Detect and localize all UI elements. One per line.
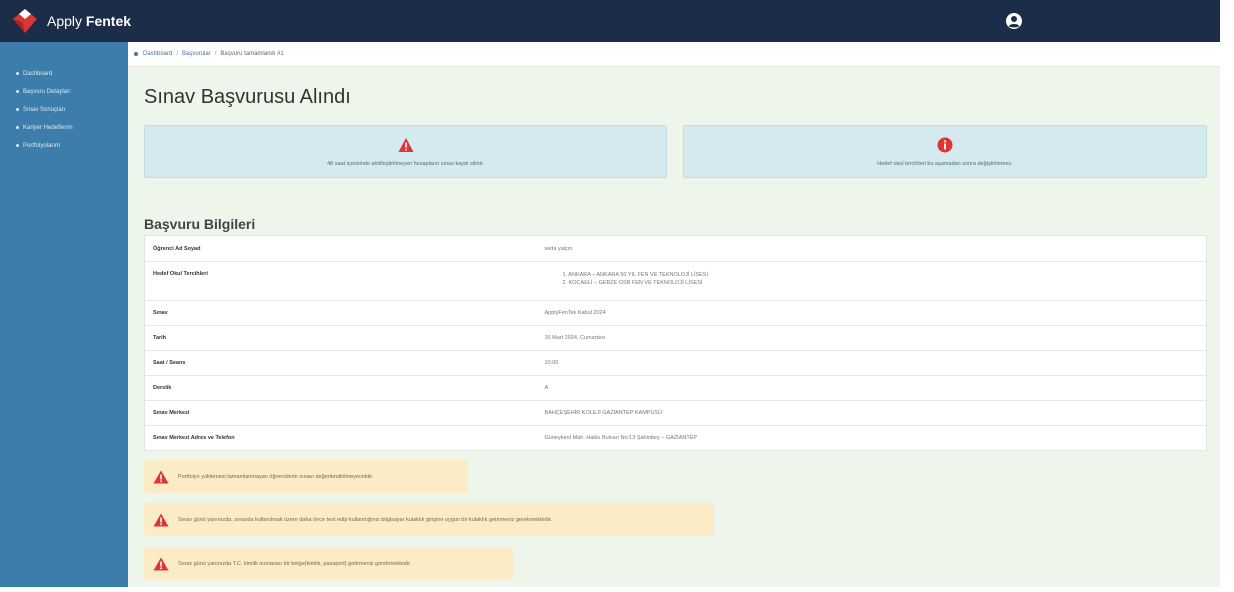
- row-value: Güneykent Mah. Hakkı Bulvarı No:13 Şahin…: [536, 425, 1207, 451]
- bullet-icon: [16, 90, 19, 93]
- table-row: Öğrenci Ad Soyad seda yalçın: [144, 235, 1207, 262]
- sidebar-item-label: Kariyer Hedeflerim: [23, 124, 73, 131]
- brand-logo[interactable]: Apply Fentek: [0, 0, 131, 42]
- row-label: Saat / Seans: [144, 350, 537, 376]
- warning-triangle-icon: [153, 557, 169, 570]
- table-row: Sınav ApplyFenTek Kabul 2024: [144, 300, 1207, 326]
- page-title: Sınav Başvurusu Alındı: [144, 86, 351, 108]
- bullet-icon: [16, 144, 19, 147]
- application-info-table: Öğrenci Ad Soyad seda yalçın Hedef Okul …: [144, 235, 1207, 451]
- table-row: Tarih 16 Mart 2024, Cumartesi: [144, 325, 1207, 351]
- sidebar-item-label: Başvuru Detayları: [23, 88, 71, 95]
- logo-icon: [13, 9, 37, 33]
- warning-triangle-icon: [153, 513, 169, 526]
- row-value: ApplyFenTek Kabul 2024: [536, 300, 1207, 326]
- row-value: A: [536, 375, 1207, 401]
- sidebar-item-career-goals[interactable]: Kariyer Hedeflerim: [0, 120, 128, 135]
- sidebar-item-application-details[interactable]: Başvuru Detayları: [0, 84, 128, 99]
- row-value: BAHÇEŞEHİR KOLEJİ GAZİANTEP KAMPÜSÜ: [536, 400, 1207, 426]
- row-label: Hedef Okul Tercihleri: [144, 261, 537, 301]
- table-row: Sınav Merkezi BAHÇEŞEHİR KOLEJİ GAZİANTE…: [144, 400, 1207, 426]
- breadcrumb-separator: /: [214, 51, 217, 57]
- breadcrumb-separator: /: [176, 51, 179, 57]
- sidebar: Dashboard Başvuru Detayları Sınav Sonuçl…: [0, 42, 128, 587]
- home-icon[interactable]: [133, 51, 139, 57]
- brand-name-bold: Fentek: [85, 13, 132, 29]
- sidebar-item-dashboard[interactable]: Dashboard: [0, 66, 128, 81]
- table-row: Sınav Merkezi Adres ve Telefon Güneykent…: [144, 425, 1207, 451]
- table-row: Hedef Okul Tercihleri 1. ANKARA – ANKARA…: [144, 261, 1207, 301]
- breadcrumb-item-applications[interactable]: Başvurular: [182, 51, 211, 57]
- main-content: Dashboard / Başvurular / Başvuru tamamla…: [128, 42, 1220, 587]
- warning-triangle-icon: [153, 470, 169, 483]
- sidebar-item-exam-results[interactable]: Sınav Sonuçları: [0, 102, 128, 117]
- warning-triangle-icon: [398, 137, 413, 152]
- warning-text: Sınav günü yanınızda T.C. kimlik numaras…: [178, 560, 412, 567]
- breadcrumb-item-current: Başvuru tamamlandı #1: [220, 51, 284, 57]
- school-preferences-list: 1. ANKARA – ANKARA 50.YIL FEN VE TEKNOLO…: [545, 271, 1199, 287]
- info-card-text: 48 saat içerisinde aktifleştirilmeyen he…: [327, 160, 484, 167]
- breadcrumb: Dashboard / Başvurular / Başvuru tamamla…: [128, 42, 1220, 67]
- row-label: Öğrenci Ad Soyad: [144, 235, 537, 262]
- bullet-icon: [16, 108, 19, 111]
- info-circle-icon: [937, 137, 953, 152]
- table-row: Derslik A: [144, 375, 1207, 401]
- list-item: 1. ANKARA – ANKARA 50.YIL FEN VE TEKNOLO…: [562, 272, 709, 278]
- row-label: Sınav Merkezi Adres ve Telefon: [144, 425, 537, 451]
- row-value: 1. ANKARA – ANKARA 50.YIL FEN VE TEKNOLO…: [536, 261, 1207, 301]
- warning-alert-headphones: Sınav günü yanınızda, sınavda kullanılma…: [144, 503, 714, 536]
- section-title-application-info: Başvuru Bilgileri: [144, 216, 256, 232]
- sidebar-item-label: Portfolyolarım: [23, 142, 61, 149]
- row-label: Sınav Merkezi: [144, 400, 537, 426]
- info-card-text: Hedef okul tercihleri bu aşamadan sonra …: [877, 160, 1013, 167]
- warning-text: Sınav günü yanınızda, sınavda kullanılma…: [178, 516, 552, 523]
- table-row: Saat / Seans 10:00: [144, 350, 1207, 376]
- warning-alert-portfolio: Portfolyo yüklemesi tamamlanmayan öğrenc…: [144, 460, 468, 493]
- info-card-account-activation: 48 saat içerisinde aktifleştirilmeyen he…: [144, 125, 667, 178]
- sidebar-item-portfolios[interactable]: Portfolyolarım: [0, 138, 128, 153]
- brand-name: Apply Fentek: [47, 13, 131, 29]
- info-card-school-preferences: Hedef okul tercihleri bu aşamadan sonra …: [683, 125, 1207, 178]
- breadcrumb-item-dashboard[interactable]: Dashboard: [143, 51, 172, 57]
- sidebar-item-label: Dashboard: [23, 70, 53, 77]
- row-label: Derslik: [144, 375, 537, 401]
- warning-text: Portfolyo yüklemesi tamamlanmayan öğrenc…: [178, 473, 374, 480]
- brand-name-light: Apply: [47, 13, 86, 29]
- sidebar-item-label: Sınav Sonuçları: [23, 106, 66, 113]
- row-label: Sınav: [144, 300, 537, 326]
- row-value: 16 Mart 2024, Cumartesi: [536, 325, 1207, 351]
- top-navbar: Apply Fentek: [0, 0, 1220, 42]
- row-value: 10:00: [536, 350, 1207, 376]
- row-label: Tarih: [144, 325, 537, 351]
- user-circle-icon[interactable]: [1005, 12, 1023, 30]
- bullet-icon: [16, 126, 19, 129]
- warning-alert-id-document: Sınav günü yanınızda T.C. kimlik numaras…: [144, 547, 513, 580]
- row-value: seda yalçın: [536, 235, 1207, 262]
- bullet-icon: [16, 72, 19, 75]
- list-item: 2. KOCAELİ – GEBZE OSB FEN VE TEKNOLOJİ …: [562, 280, 703, 286]
